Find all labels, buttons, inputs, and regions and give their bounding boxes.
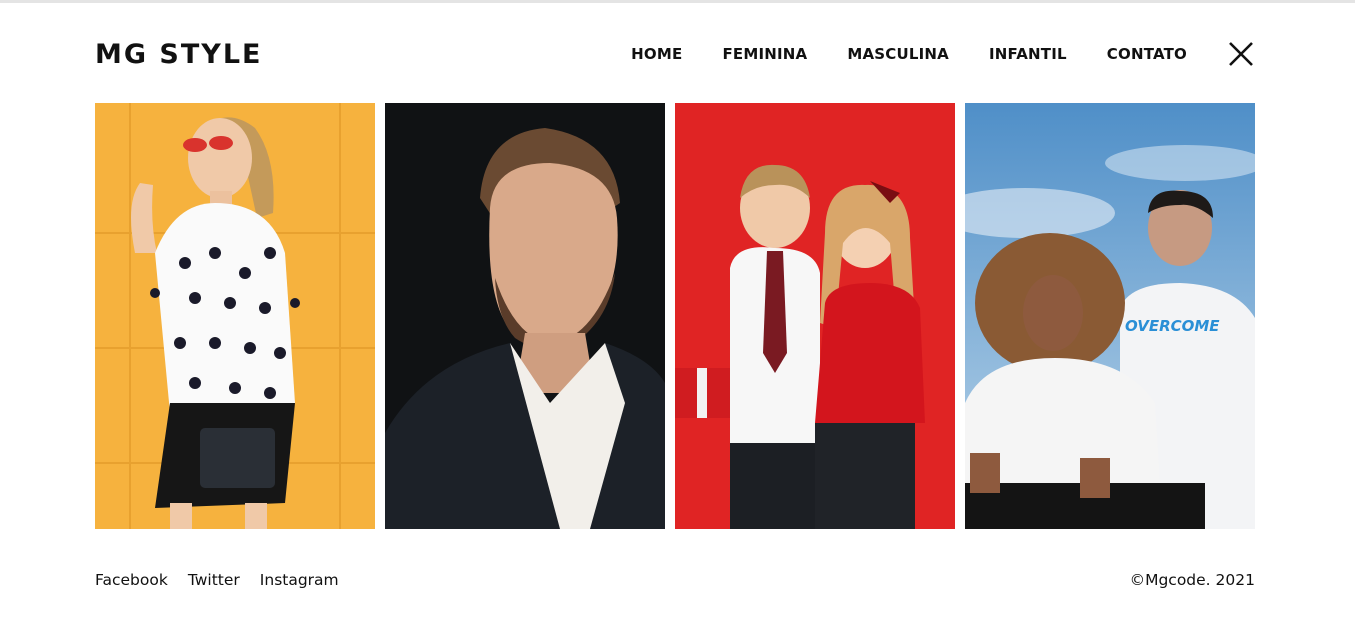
couple-photo-icon: OVERCOME (965, 103, 1255, 529)
twitter-link[interactable]: Twitter (188, 571, 240, 589)
site-footer: Facebook Twitter Instagram ©Mgcode. 2021 (95, 566, 1255, 594)
nav-contato[interactable]: CONTATO (1107, 45, 1187, 63)
copyright-text: ©Mgcode. 2021 (1129, 571, 1255, 589)
shirt-print: OVERCOME (1125, 317, 1220, 335)
close-menu-button[interactable] (1227, 40, 1255, 68)
brand-logo[interactable]: MG STYLE (95, 39, 263, 70)
nav-home[interactable]: HOME (631, 45, 682, 63)
nav-masculina[interactable]: MASCULINA (847, 45, 949, 63)
social-links: Facebook Twitter Instagram (95, 571, 359, 589)
woman-photo-icon (95, 103, 375, 529)
main-nav: HOME FEMININA MASCULINA INFANTIL CONTATO (631, 40, 1255, 68)
man-photo-icon (385, 103, 665, 529)
kids-photo-icon (675, 103, 955, 529)
top-divider (0, 0, 1355, 3)
card-masculina[interactable] (385, 103, 665, 529)
close-icon (1229, 42, 1253, 66)
facebook-link[interactable]: Facebook (95, 571, 168, 589)
site-header: MG STYLE HOME FEMININA MASCULINA INFANTI… (95, 30, 1255, 78)
nav-infantil[interactable]: INFANTIL (989, 45, 1067, 63)
card-infantil[interactable] (675, 103, 955, 529)
nav-feminina[interactable]: FEMININA (722, 45, 807, 63)
instagram-link[interactable]: Instagram (260, 571, 339, 589)
category-gallery: OVERCOME (95, 103, 1255, 529)
card-colecao[interactable]: OVERCOME (965, 103, 1255, 529)
card-feminina[interactable] (95, 103, 375, 529)
